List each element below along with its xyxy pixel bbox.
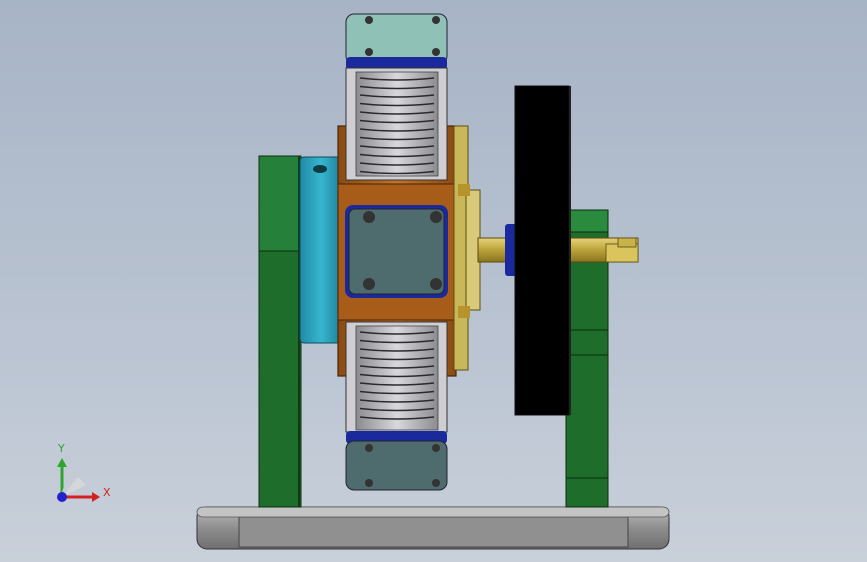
left-support-bracket[interactable] [258,155,302,508]
bolt-icon [430,278,442,290]
bolt-icon [432,444,440,452]
model-view[interactable] [0,0,867,562]
base-plate[interactable] [196,506,670,550]
bolt-icon [430,211,442,223]
triad-x-label: X [103,486,111,499]
triad-y-label: Y [58,442,65,455]
bolt-icon [363,278,375,290]
bolt-icon [365,479,373,487]
bolt-icon [432,16,440,24]
center-cover-plate[interactable] [345,205,448,298]
coordinate-triad [57,458,100,502]
cad-viewport[interactable]: Y X [0,0,867,562]
bolt-icon [365,444,373,452]
rear-cyan-housing[interactable] [299,156,343,344]
flywheel-disc[interactable] [514,85,571,416]
bolt-icon [365,48,373,56]
bolt-icon [432,479,440,487]
flange-ring[interactable] [453,125,481,371]
bolt-icon [432,48,440,56]
bolt-icon [365,16,373,24]
bolt-icon [363,211,375,223]
upper-magnet-module[interactable] [345,13,448,181]
lower-magnet-module[interactable] [345,321,448,491]
